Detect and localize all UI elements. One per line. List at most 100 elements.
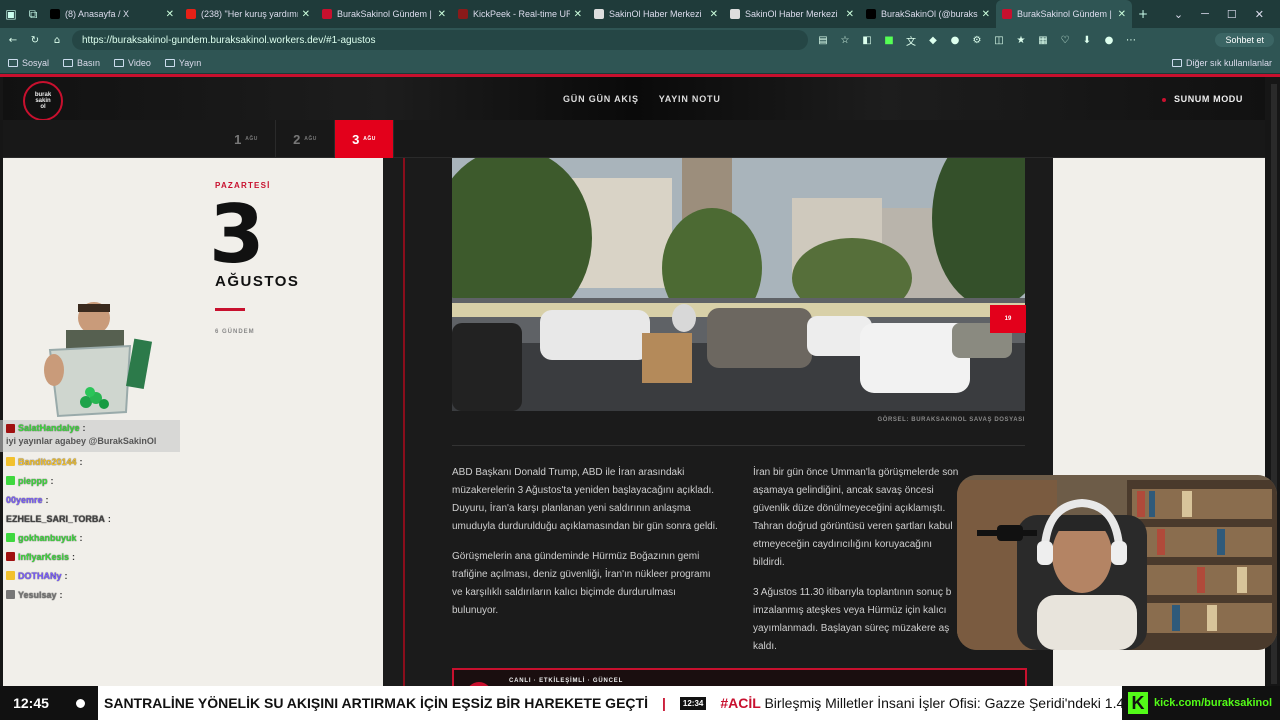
chat-username[interactable]: pieppp xyxy=(18,476,48,486)
favorites-icon[interactable]: ★ xyxy=(1014,33,1028,47)
chat-message: pieppp: xyxy=(0,471,180,490)
article-photo[interactable] xyxy=(452,158,1025,411)
nav-gun-gun-akis[interactable]: GÜN GÜN AKIŞ xyxy=(563,94,639,104)
chat-message: SalatHandalye: iyi yayınlar agabey @Burak… xyxy=(0,420,180,452)
article-column-1: ABD Başkanı Donald Trump, ABD ile İran a… xyxy=(452,464,722,632)
browser-tab[interactable]: (8) Anasayfa / X ✕ xyxy=(44,0,180,28)
image-counter-badge[interactable]: 19 xyxy=(990,305,1026,333)
paragraph: Görüşmelerin ana gündeminde Hürmüz Boğaz… xyxy=(452,551,711,616)
chat-username[interactable]: gokhanbuyuk xyxy=(18,533,77,543)
chat-colon: : xyxy=(64,570,68,581)
bookmark-label: Sosyal xyxy=(22,57,50,68)
browser-tab[interactable]: SakinOl Haber Merkezi ✕ xyxy=(724,0,860,28)
browser-tab[interactable]: SakinOl Haber Merkezi ✕ xyxy=(588,0,724,28)
present-mode-button[interactable]: SUNUM MODU xyxy=(1162,94,1243,104)
close-icon[interactable]: ✕ xyxy=(302,9,310,20)
streamer-sticker xyxy=(30,300,153,420)
chat-username[interactable]: DOTHANy xyxy=(18,571,62,581)
day-tab-number: 2 xyxy=(293,131,301,147)
chat-username[interactable]: Yesulsay xyxy=(18,590,57,600)
heart-icon[interactable]: ♡ xyxy=(1058,33,1072,47)
day-tab-2[interactable]: 2 AĞU xyxy=(276,120,335,158)
more-menu-icon[interactable]: ⋯ xyxy=(1124,33,1138,47)
chat-colon: : xyxy=(50,475,54,486)
close-icon[interactable]: ✕ xyxy=(982,9,990,20)
home-icon[interactable]: ⌂ xyxy=(50,33,64,47)
browser-tab[interactable]: KickPeek - Real-time URL C ✕ xyxy=(452,0,588,28)
chat-username[interactable]: EZHELE_SARI_TORBA xyxy=(6,514,105,524)
browser-tab[interactable]: BurakSakinol Gündem | Son ✕ xyxy=(996,0,1132,28)
folder-icon xyxy=(114,58,125,67)
day-number: 3 xyxy=(209,188,265,281)
url-field[interactable]: https://buraksakinol-gundem.buraksakinol… xyxy=(72,30,808,50)
browser-tab[interactable]: BurakSakinOl (@buraks ✕ xyxy=(860,0,996,28)
chat-message: Bandito20144: xyxy=(0,452,180,471)
extensions-puzzle-icon[interactable]: ⚙ xyxy=(970,33,984,47)
browser-tab-label: KickPeek - Real-time URL C xyxy=(473,9,570,19)
maximize-button[interactable]: ☐ xyxy=(1227,8,1237,21)
site-nav: GÜN GÜN AKIŞ YAYIN NOTU xyxy=(563,94,721,104)
collections-icon[interactable]: ▦ xyxy=(1036,33,1050,47)
chat-username[interactable]: SalatHandalye xyxy=(18,422,80,435)
extension-icon[interactable]: ◧ xyxy=(860,33,874,47)
chat-username[interactable]: InflyarKesis xyxy=(18,552,69,562)
extension-icon[interactable]: ◆ xyxy=(926,33,940,47)
live-feed-box[interactable]: CANLI · ETKİLEŞİMLİ · GÜNCEL xyxy=(452,668,1027,686)
browser-tab[interactable]: (238) "Her kuruş yardımın h ✕ xyxy=(180,0,316,28)
new-tab-button[interactable]: + xyxy=(1132,3,1154,25)
close-icon[interactable]: ✕ xyxy=(438,9,446,20)
browser-tab-label: (8) Anasayfa / X xyxy=(65,9,130,19)
agenda-count: 6 GÜNDEM xyxy=(215,329,255,335)
live-dot-icon xyxy=(62,686,98,720)
chat-badge-icon xyxy=(6,571,15,580)
reader-icon[interactable]: ▤ xyxy=(816,33,830,47)
chat-badge-icon xyxy=(6,533,15,542)
close-icon[interactable]: ✕ xyxy=(574,9,582,20)
globe-icon xyxy=(730,9,740,19)
bookmark-folder-other[interactable]: Diğer sık kullanılanlar xyxy=(1171,57,1272,68)
chat-username[interactable]: 00yemre xyxy=(6,495,43,505)
bookmark-folder-sosyal[interactable]: Sosyal xyxy=(8,58,49,68)
chat-badge-icon xyxy=(6,476,15,485)
paragraph: ABD Başkanı Donald Trump, ABD ile İran a… xyxy=(452,467,718,532)
ticker-next-headline: Birleşmiş Milletler İnsani İşler Ofisi: … xyxy=(764,695,1122,711)
webcam-overlay xyxy=(957,475,1277,650)
downloads-icon[interactable]: ⬇ xyxy=(1080,33,1094,47)
avatar[interactable]: ● xyxy=(1102,33,1116,47)
site-header: burak sakin ol GÜN GÜN AKIŞ YAYIN NOTU SUN… xyxy=(3,77,1265,121)
browser-tab[interactable]: BurakSakinol Gündem | Son ✕ xyxy=(316,0,452,28)
bookmark-folder-video[interactable]: Video xyxy=(114,58,151,68)
extension-icon[interactable]: ● xyxy=(948,33,962,47)
day-tab-3[interactable]: 3 AĞU xyxy=(335,120,394,158)
minimize-button[interactable]: ─ xyxy=(1201,8,1209,21)
chat-colon: : xyxy=(45,494,49,505)
profile-icon[interactable]: ▣ xyxy=(0,3,22,25)
ticker-headline: SANTRALİNE YÖNELİK SU AKIŞINI ARTIRMAK İ… xyxy=(104,695,648,711)
close-icon[interactable]: ✕ xyxy=(166,9,174,20)
bookmark-label: Diğer sık kullanılanlar xyxy=(1185,57,1272,68)
close-icon[interactable]: ✕ xyxy=(1118,9,1126,20)
nav-yayin-notu[interactable]: YAYIN NOTU xyxy=(659,94,721,104)
close-icon[interactable]: ✕ xyxy=(846,9,854,20)
back-icon[interactable]: ← xyxy=(6,33,20,47)
favorite-star-icon[interactable]: ☆ xyxy=(838,33,852,47)
bookmark-folder-yayin[interactable]: Yayın xyxy=(164,58,201,68)
chat-username[interactable]: Bandito20144 xyxy=(18,457,77,467)
close-window-button[interactable]: ✕ xyxy=(1255,8,1264,21)
globe-icon xyxy=(594,9,604,19)
copilot-chat-button[interactable]: Sohbet et xyxy=(1215,33,1274,47)
close-icon[interactable]: ✕ xyxy=(710,9,718,20)
site-logo[interactable]: burak sakin ol xyxy=(23,81,63,121)
translate-icon[interactable]: 文 xyxy=(904,33,918,48)
chat-message: 00yemre: xyxy=(0,490,180,509)
reload-icon[interactable]: ↻ xyxy=(28,33,42,47)
split-screen-icon[interactable]: ◫ xyxy=(992,33,1006,47)
day-tab-1[interactable]: 1 AĞU xyxy=(217,120,276,158)
bookmark-folder-basin[interactable]: Basın xyxy=(63,58,100,68)
extension-green-icon[interactable]: ■ xyxy=(882,33,896,47)
kick-channel-badge: K kick.com/buraksakinol xyxy=(1122,686,1280,720)
bookmark-label: Video xyxy=(128,57,151,68)
tab-actions-icon[interactable]: ⧉ xyxy=(22,3,44,25)
chevron-down-icon[interactable]: ⌄ xyxy=(1174,8,1183,21)
chat-badge-icon xyxy=(6,424,15,433)
